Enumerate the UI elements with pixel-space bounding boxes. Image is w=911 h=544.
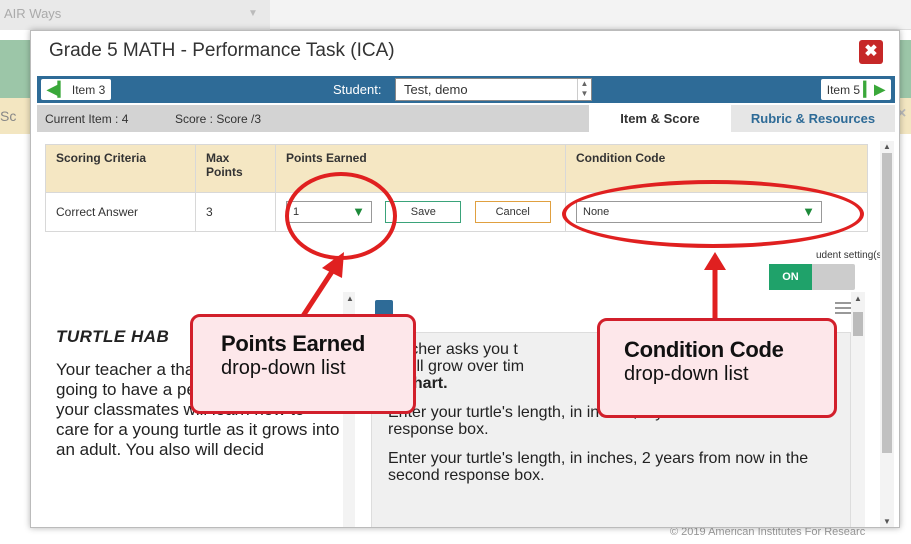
- callout-title: Condition Code: [624, 337, 784, 362]
- arrowhead-icon: [704, 252, 726, 270]
- callout-subtitle: drop-down list: [221, 357, 346, 379]
- annotation-arrows: [300, 252, 726, 320]
- callout-title: Points Earned: [221, 331, 366, 356]
- condition-code-callout: Condition Code drop-down list: [597, 318, 837, 418]
- callout-subtitle: drop-down list: [624, 363, 749, 385]
- points-earned-callout: Points Earned drop-down list: [190, 314, 416, 414]
